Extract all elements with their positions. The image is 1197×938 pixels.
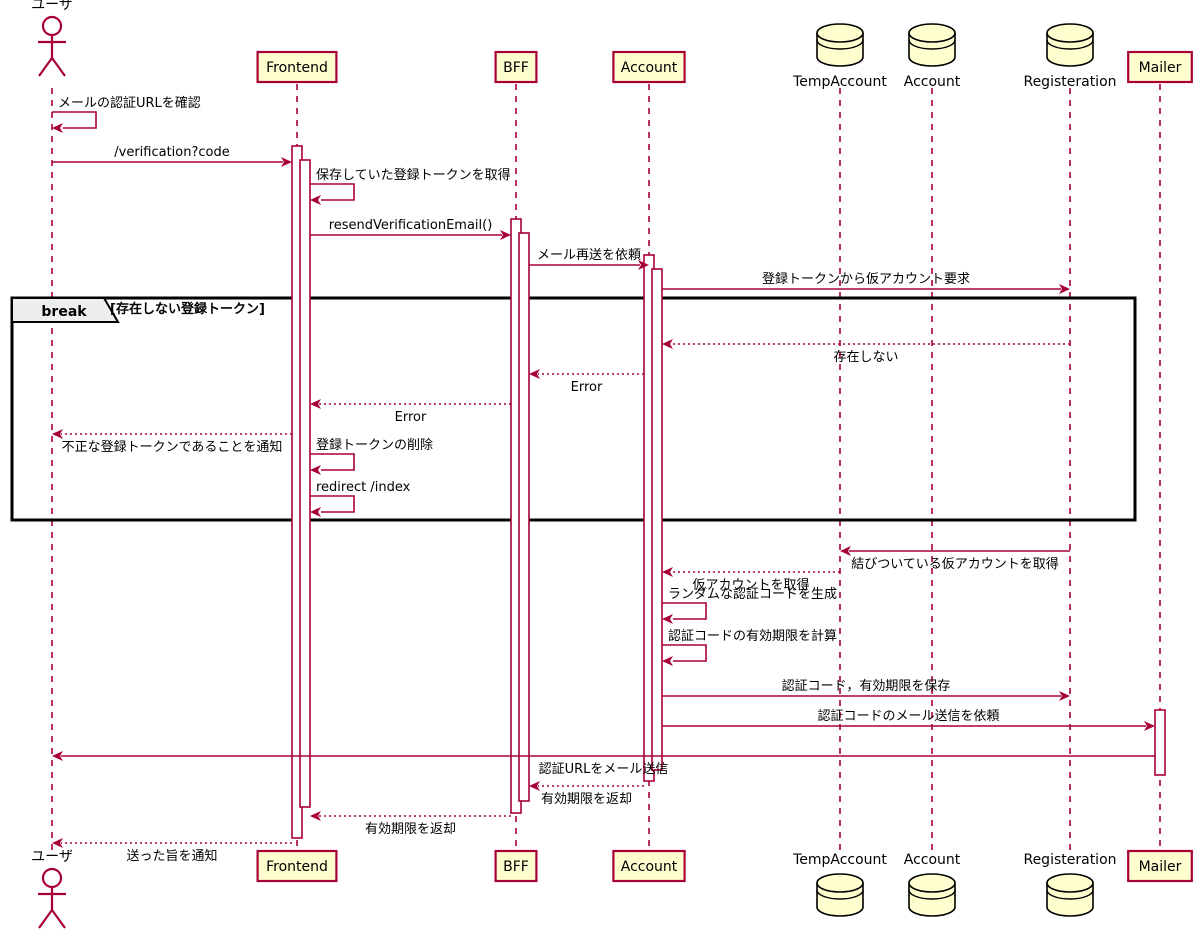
message-2: /verification?code <box>52 145 292 167</box>
message-label: 有効期限を返却 <box>365 822 456 837</box>
activation-bar-account_service-5 <box>651 268 663 771</box>
message-4: resendVerificationEmail() <box>310 218 511 240</box>
participant-box-bff[interactable]: BFF <box>494 50 538 84</box>
message-label: 認証コードのメール送信を依頼 <box>817 708 999 724</box>
database-registeration_db[interactable]: Registeration <box>1023 852 1117 917</box>
message-9: Error <box>310 399 511 425</box>
message-19: 認証URLをメール送信 <box>52 751 1155 777</box>
participant-label-bff: BFF <box>503 859 529 875</box>
actor-label-user: ユーザ <box>31 849 73 865</box>
database-label-account_db: Account <box>904 74 961 90</box>
message-17: 認証コード，有効期限を保存 <box>662 678 1070 701</box>
database-tempaccount_db[interactable]: TempAccount <box>792 23 887 90</box>
message-label: 存在しない <box>833 350 898 365</box>
arrowhead <box>662 656 673 666</box>
message-3: 保存していた登録トークンを取得 <box>310 167 511 205</box>
message-label: /verification?code <box>114 145 229 160</box>
message-label: 保存していた登録トークンを取得 <box>316 167 511 183</box>
activation-bars-layer <box>291 145 1166 839</box>
message-label: メールの認証URLを確認 <box>58 95 201 111</box>
arrowhead <box>662 567 673 577</box>
participant-box-mailer[interactable]: Mailer <box>1127 849 1193 883</box>
message-1: メールの認証URLを確認 <box>52 95 201 133</box>
actor-user[interactable]: ユーザ <box>31 849 73 929</box>
message-20: 有効期限を返却 <box>529 781 644 807</box>
activation-bar-frontend-1 <box>299 159 311 808</box>
arrowhead <box>662 339 673 349</box>
message-label: メール再送を依頼 <box>537 248 641 263</box>
sequence-diagram-svg: break [存在しない登録トークン] メールの認証URLを確認/verifica… <box>10 0 1193 929</box>
message-label: 認証URLをメール送信 <box>539 761 669 777</box>
database-registeration_db[interactable]: Registeration <box>1023 23 1117 90</box>
message-7: 存在しない <box>662 339 1070 365</box>
message-label: 結びついている仮アカウントを取得 <box>851 556 1059 572</box>
database-label-account_db: Account <box>904 852 961 868</box>
participant-label-mailer: Mailer <box>1139 859 1182 875</box>
arrowhead <box>310 195 321 205</box>
arrowhead <box>662 614 673 624</box>
message-label: 登録トークンの削除 <box>316 438 433 453</box>
message-21: 有効期限を返却 <box>310 811 511 837</box>
message-16: 認証コードの有効期限を計算 <box>662 628 837 666</box>
message-label: redirect /index <box>316 480 411 495</box>
message-label: 登録トークンから仮アカウント要求 <box>762 272 970 287</box>
participants-layer: ユーザユーザFrontendFrontendBFFBFFAccountAccou… <box>31 0 1193 929</box>
participant-box-frontend[interactable]: Frontend <box>256 849 338 883</box>
message-label: 認証コード，有効期限を保存 <box>782 678 951 694</box>
database-label-registeration_db: Registeration <box>1023 74 1116 90</box>
messages-layer: メールの認証URLを確認/verification?code 保存していた登録トー… <box>52 95 1155 864</box>
message-5: メール再送を依頼 <box>529 248 649 270</box>
participant-box-mailer[interactable]: Mailer <box>1127 50 1193 84</box>
message-label: 送った旨を通知 <box>126 848 217 864</box>
participant-box-account_service[interactable]: Account <box>612 50 686 84</box>
sequence-diagram-canvas: break [存在しない登録トークン] メールの認証URLを確認/verifica… <box>0 0 1197 938</box>
message-11: 登録トークンの削除 <box>310 438 433 475</box>
database-label-tempaccount_db: TempAccount <box>792 852 887 868</box>
message-12: redirect /index <box>310 480 411 517</box>
participant-box-account_service[interactable]: Account <box>612 849 686 883</box>
arrowhead <box>52 123 63 133</box>
lifelines-layer <box>51 84 1161 856</box>
activation-bar-bff-3 <box>518 232 530 802</box>
message-label: Error <box>571 380 603 395</box>
message-label: 不正な登録トークンであることを通知 <box>62 439 283 455</box>
break-fragment-layer: break [存在しない登録トークン] <box>10 296 1137 522</box>
message-15: ランダムな認証コードを生成 <box>662 586 837 624</box>
database-account_db[interactable]: Account <box>904 23 961 90</box>
break-condition: [存在しない登録トークン] <box>110 301 265 317</box>
activation-bar-mailer-6 <box>1154 709 1166 776</box>
participant-box-bff[interactable]: BFF <box>494 849 538 883</box>
message-6: 登録トークンから仮アカウント要求 <box>662 272 1070 294</box>
arrowhead <box>310 507 321 517</box>
actor-label-user: ユーザ <box>31 0 73 13</box>
message-label: Error <box>395 410 427 425</box>
participant-label-mailer: Mailer <box>1139 60 1182 76</box>
message-10: 不正な登録トークンであることを通知 <box>52 429 292 455</box>
message-22: 送った旨を通知 <box>52 838 292 864</box>
participant-box-frontend[interactable]: Frontend <box>256 50 338 84</box>
participant-label-frontend: Frontend <box>266 859 328 875</box>
message-13: 結びついている仮アカウントを取得 <box>840 546 1070 572</box>
participant-label-account_service: Account <box>621 859 678 875</box>
message-18: 認証コードのメール送信を依頼 <box>662 708 1155 731</box>
database-label-registeration_db: Registeration <box>1023 852 1116 868</box>
participant-label-frontend: Frontend <box>266 60 328 76</box>
database-account_db[interactable]: Account <box>904 852 961 917</box>
participant-label-account_service: Account <box>621 60 678 76</box>
message-label: resendVerificationEmail() <box>329 218 493 233</box>
actor-user[interactable]: ユーザ <box>31 0 73 77</box>
break-keyword: break <box>41 304 87 320</box>
message-label: 認証コードの有効期限を計算 <box>668 628 837 644</box>
database-tempaccount_db[interactable]: TempAccount <box>792 852 887 917</box>
database-label-tempaccount_db: TempAccount <box>792 74 887 90</box>
message-label: ランダムな認証コードを生成 <box>668 586 837 602</box>
message-label: 有効期限を返却 <box>541 792 632 807</box>
message-8: Error <box>529 369 644 395</box>
participant-label-bff: BFF <box>503 60 529 76</box>
break-fragment: break [存在しない登録トークン] <box>10 296 1137 522</box>
arrowhead <box>310 465 321 475</box>
